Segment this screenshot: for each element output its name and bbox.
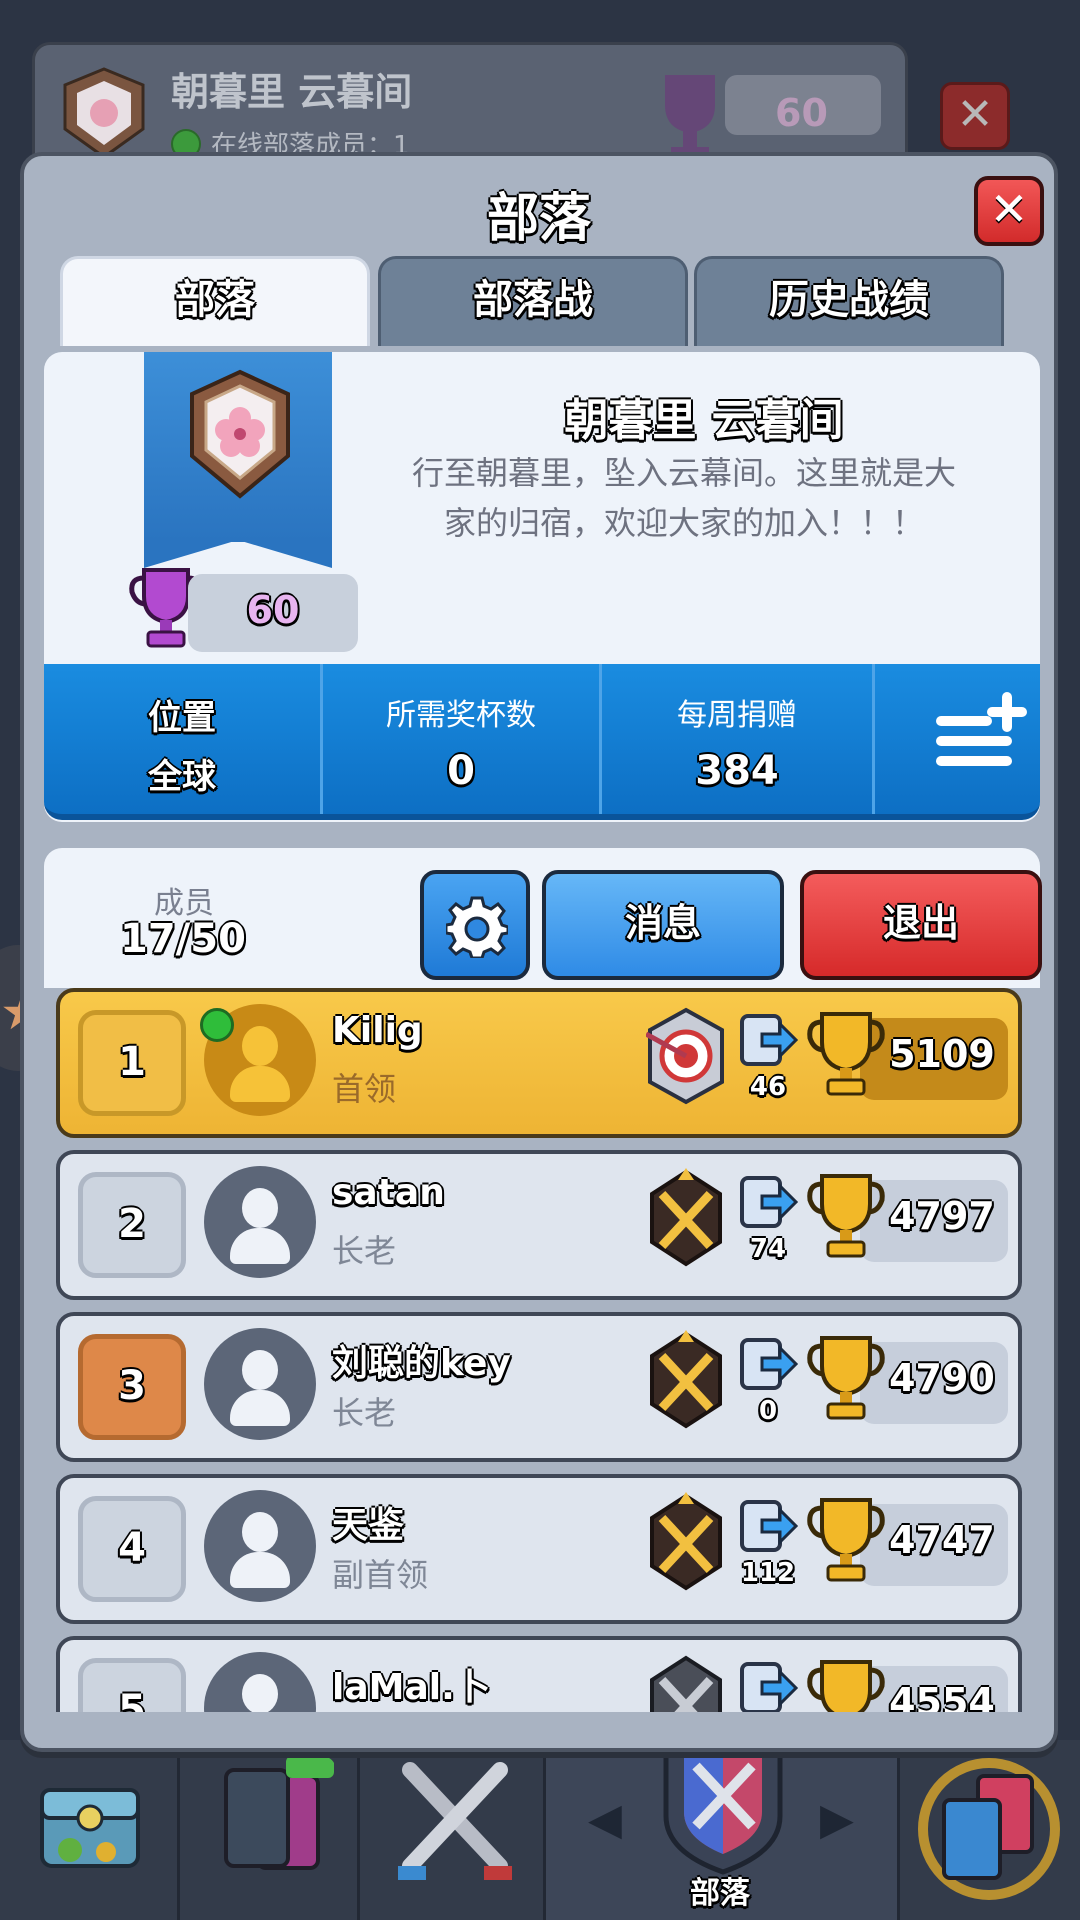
bottom-navigation: ◀ ▶ [0,1733,1080,1920]
chevron-left-icon[interactable]: ◀ [588,1794,622,1845]
member-row[interactable]: 1 Kilig 首领 46 5109 [56,988,1022,1138]
stat-required-trophies-label: 所需奖杯数 [386,698,536,733]
nav-events[interactable] [900,1740,1080,1920]
member-donations: 74 [749,1234,787,1264]
stat-required-trophies-value: 0 [447,748,475,794]
nav-active-label: 部落 [690,1876,750,1911]
clan-description-line: 家的归宿，欢迎大家的加入！！！ [443,504,924,542]
nav-cards[interactable] [180,1740,360,1920]
nav-shop[interactable] [0,1740,180,1920]
laurel-cards-icon [918,1758,1060,1900]
member-rank: 4 [78,1496,186,1602]
member-list[interactable]: 1 Kilig 首领 46 5109 2 satan 长老 74 4797 3 … [44,988,1040,1712]
stat-divider [872,664,875,814]
member-role: 首领 [332,1070,397,1108]
member-role: 长老 [332,1394,397,1432]
member-rank: 3 [78,1334,186,1440]
clan-badge-icon [63,67,145,159]
member-name: Kilig [332,1010,423,1051]
clan-description: 行至朝暮里，坠入云幕间。这里就是大 家的归宿，欢迎大家的加入！！！ [374,448,994,548]
stat-weekly-donations-value: 384 [695,748,779,794]
nav-battle[interactable] [360,1740,546,1920]
stat-location-value: 全球 [148,757,216,797]
member-row[interactable]: 2 satan 长老 74 4797 [56,1150,1022,1300]
clan-badge-icon [190,369,290,499]
member-trophies: 4790 [889,1356,995,1400]
background-trophy-value: 60 [775,91,828,135]
donate-card-icon [740,1014,798,1066]
background-clan-name: 朝暮里 云暮间 [171,70,413,114]
member-rank: 5 [78,1658,186,1712]
members-count: 17/50 [120,916,246,962]
members-header: 成员 17/50 消息 退出 [44,848,1042,988]
stat-weekly-donations-label: 每周捐赠 [677,698,797,733]
donate-card-icon [740,1176,798,1228]
avatar [204,1166,316,1278]
chevron-right-icon[interactable]: ▶ [820,1794,854,1845]
clan-modal: 部落 ✕ 部落 部落战 历史战绩 60 朝暮里 云暮间 行至朝暮里，坠入云幕间。… [20,152,1058,1752]
clan-description-line: 行至朝暮里，坠入云幕间。这里就是大 [411,454,956,492]
crossed-swords-icon [398,1762,512,1880]
member-donations: 0 [758,1396,778,1426]
clan-name: 朝暮里 云暮间 [564,395,844,446]
modal-title: 部落 [486,189,591,249]
gear-icon [446,896,508,958]
online-status-icon [200,1008,234,1042]
message-button[interactable]: 消息 [542,870,784,980]
crossed-swords-badge-icon [650,1492,722,1591]
member-rank: 2 [78,1172,186,1278]
close-icon: ✕ [989,182,1029,236]
chest-icon [40,1788,140,1868]
member-donations: 112 [740,1558,796,1588]
avatar [204,1652,316,1712]
clan-stats-bar: 位置 全球 所需奖杯数 0 每周捐赠 384 [44,664,1040,820]
tab-clan[interactable]: 部落 [60,256,370,346]
member-row[interactable]: 4 天鉴 副首领 112 4747 [56,1474,1022,1624]
member-name: satan [332,1172,445,1213]
stat-location-label: 位置 [148,698,216,738]
member-name: laMal.卜 [332,1667,491,1708]
stat-required-trophies: 所需奖杯数 0 [323,664,599,814]
crossed-swords-badge-icon [650,1330,722,1429]
donate-card-icon [740,1500,798,1552]
cards-icon [224,1756,334,1870]
tab-clan-war[interactable]: 部落战 [378,256,688,346]
member-row[interactable]: 3 刘聪的key 长老 0 4790 [56,1312,1022,1462]
member-trophies: 5109 [889,1032,995,1076]
exit-button[interactable]: 退出 [800,870,1042,980]
stat-location: 位置 全球 [44,664,320,814]
member-role: 长老 [332,1232,397,1270]
member-name: 刘聪的key [332,1343,511,1384]
menu-add-icon[interactable] [934,688,1030,778]
clan-trophy-value: 60 [246,588,300,632]
member-donations: 46 [749,1072,787,1102]
target-badge-icon [646,1007,724,1105]
member-trophies: 4554 [889,1680,995,1712]
member-name: 天鉴 [332,1505,405,1546]
crossed-swords-badge-icon [650,1655,722,1712]
crossed-swords-badge-icon [650,1168,722,1267]
tab-war-history[interactable]: 历史战绩 [694,256,1004,346]
background-close-button: ✕ [940,82,1010,150]
close-button[interactable]: ✕ [974,176,1044,246]
settings-button[interactable] [420,870,530,980]
member-trophies: 4797 [889,1194,995,1238]
member-rank: 1 [78,1010,186,1116]
member-trophies: 4747 [889,1518,995,1562]
trophy-icon [665,75,715,159]
donate-card-icon [740,1662,798,1712]
avatar [204,1328,316,1440]
donate-card-icon [740,1338,798,1390]
member-row[interactable]: 5 laMal.卜 4554 [56,1636,1022,1712]
stat-weekly-donations: 每周捐赠 384 [602,664,872,814]
avatar [204,1490,316,1602]
member-role: 副首领 [332,1556,429,1594]
